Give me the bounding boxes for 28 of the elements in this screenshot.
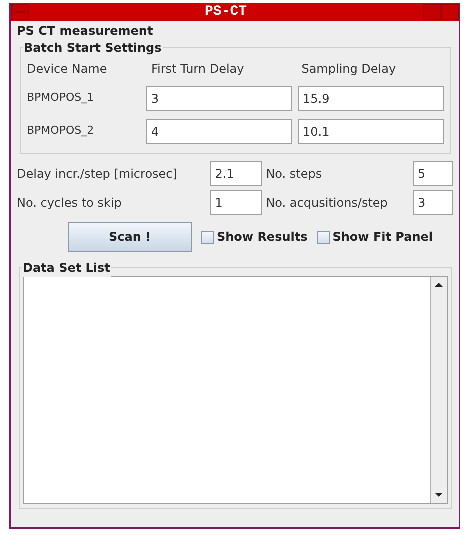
- parameter-field[interactable]: 2.1: [210, 161, 262, 186]
- window-menu-button[interactable]: [11, 4, 29, 20]
- parameter-field[interactable]: 5: [413, 161, 453, 186]
- parameter-label: No. steps: [265, 166, 324, 182]
- column-header: Sampling Delay: [302, 61, 398, 78]
- column-header: First Turn Delay: [152, 61, 246, 78]
- parameter-label: No. cycles to skip: [17, 194, 123, 212]
- sampling-delay-field[interactable]: 10.1: [298, 119, 444, 144]
- device-name: BPMOPOS_2: [27, 123, 96, 140]
- parameter-field[interactable]: 1: [210, 190, 262, 215]
- first-turn-delay-field[interactable]: 3: [146, 86, 292, 111]
- parameter-field[interactable]: 3: [413, 190, 453, 215]
- checkbox[interactable]: [316, 230, 330, 244]
- device-name: BPMOPOS_1: [27, 90, 96, 106]
- checkbox-label: Show Results: [217, 229, 308, 246]
- checkbox[interactable]: [201, 230, 214, 244]
- parameter-label: Delay incr./step [microsec]: [17, 166, 178, 182]
- minimize-button[interactable]: [422, 4, 441, 20]
- panel-title: PS CT measurement: [17, 23, 154, 38]
- scrollbar[interactable]: [430, 277, 447, 503]
- column-header: Device Name: [27, 61, 108, 78]
- sampling-delay-field[interactable]: 15.9: [298, 86, 444, 111]
- scan-button[interactable]: Scan !: [68, 222, 192, 252]
- parameter-label: No. acqusitions/step: [265, 194, 389, 212]
- close-button[interactable]: [440, 4, 459, 20]
- window-title: PS-CT: [204, 2, 247, 22]
- checkbox-label: Show Fit Panel: [332, 229, 434, 246]
- first-turn-delay-field[interactable]: 4: [146, 119, 292, 144]
